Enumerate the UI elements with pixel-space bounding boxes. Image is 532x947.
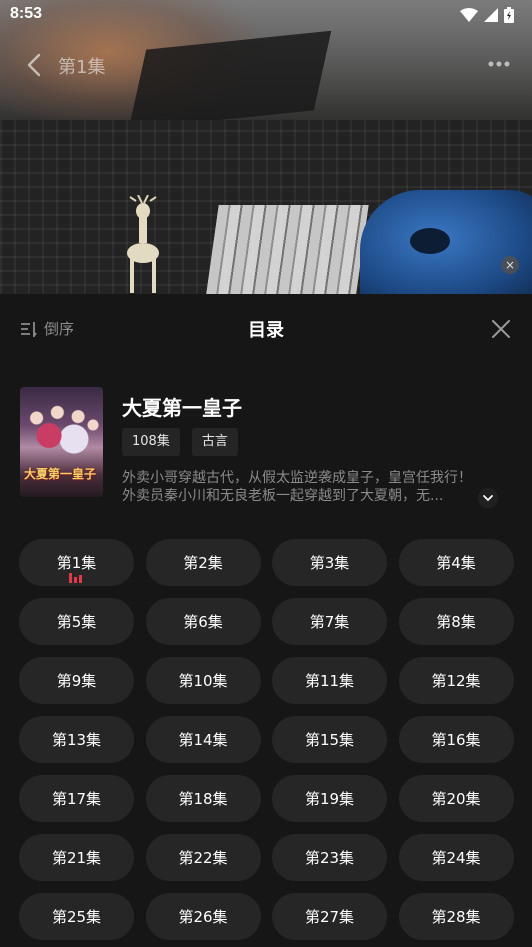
episode-label: 第26集: [178, 908, 228, 926]
episode-button[interactable]: 第19集: [272, 775, 387, 822]
wifi-icon: [460, 8, 478, 22]
episode-label: 第15集: [304, 731, 355, 749]
episode-label: 第6集: [183, 613, 223, 631]
episode-label: 第19集: [304, 790, 355, 808]
episode-button[interactable]: 第9集: [19, 657, 134, 704]
more-icon[interactable]: [488, 57, 510, 71]
episode-button[interactable]: 第21集: [19, 834, 134, 881]
episode-label: 第23集: [304, 849, 355, 867]
episode-label: 第2集: [183, 554, 223, 572]
close-icon[interactable]: [490, 318, 512, 340]
poster-artwork: [20, 397, 103, 467]
episode-button[interactable]: 第11集: [272, 657, 387, 704]
episode-button[interactable]: 第8集: [398, 598, 514, 645]
video-frame-toy-hole: [410, 228, 450, 254]
episode-button[interactable]: 第23集: [272, 834, 387, 881]
episode-button[interactable]: 第7集: [272, 598, 387, 645]
episode-button[interactable]: 第22集: [145, 834, 261, 881]
mini-close-icon[interactable]: ×: [501, 256, 519, 274]
episode-label: 第4集: [436, 554, 476, 572]
episode-label: 第21集: [51, 849, 102, 867]
episode-button[interactable]: 第10集: [145, 657, 261, 704]
episode-label: 第14集: [178, 731, 228, 749]
episode-label: 第24集: [431, 849, 481, 867]
episode-button[interactable]: 第5集: [19, 598, 134, 645]
episode-label: 第9集: [56, 672, 97, 690]
episode-label: 第10集: [178, 672, 228, 690]
drama-tags: 108集 古言: [122, 428, 238, 456]
episode-button[interactable]: 第17集: [19, 775, 134, 822]
episode-label: 第7集: [309, 613, 350, 631]
episode-label: 第12集: [431, 672, 481, 690]
episode-label: 第11集: [304, 672, 355, 690]
episode-button[interactable]: 第6集: [145, 598, 261, 645]
description-line: 外卖员秦小川和无良老板一起穿越到了大夏朝，无...: [122, 488, 444, 504]
episode-count-tag: 108集: [122, 428, 180, 456]
episode-label: 第20集: [431, 790, 481, 808]
episode-button[interactable]: 第2集: [145, 539, 261, 586]
episode-button[interactable]: 第13集: [19, 716, 134, 763]
video-frame-books: [205, 205, 369, 300]
drama-description: 外卖小哥穿越古代，从假太监逆袭成皇子，皇宫任我行！ 外卖员秦小川和无良老板一起穿…: [122, 469, 502, 505]
sheet-header: 倒序 目录: [0, 294, 532, 362]
episode-label: 第3集: [309, 554, 350, 572]
episode-label: 第1集: [56, 554, 97, 572]
now-playing-icon: [68, 573, 85, 583]
episode-button[interactable]: 第25集: [19, 893, 134, 940]
drama-poster[interactable]: 大夏第一皇子: [20, 387, 103, 497]
episode-sheet: 倒序 目录 大夏第一皇子 大夏第一皇子 108集 古言 外卖小哥穿越古代，从假太…: [0, 294, 532, 947]
episode-button[interactable]: 第24集: [398, 834, 514, 881]
episode-button[interactable]: 第16集: [398, 716, 514, 763]
episode-button[interactable]: 第27集: [272, 893, 387, 940]
episode-label: 第13集: [51, 731, 102, 749]
video-player[interactable]: ×: [0, 0, 532, 300]
episode-button[interactable]: 第1集: [19, 539, 134, 586]
signal-icon: [484, 8, 498, 22]
episode-label: 第25集: [51, 908, 102, 926]
episode-button[interactable]: 第12集: [398, 657, 514, 704]
episode-label: 第28集: [431, 908, 481, 926]
episode-label: 第5集: [56, 613, 97, 631]
episode-button[interactable]: 第18集: [145, 775, 261, 822]
status-bar: 8:53: [0, 0, 532, 32]
episode-button[interactable]: 第3集: [272, 539, 387, 586]
drama-info: 大夏第一皇子 大夏第一皇子 108集 古言 外卖小哥穿越古代，从假太监逆袭成皇子…: [0, 384, 532, 508]
episode-label: 第16集: [431, 731, 481, 749]
episode-button[interactable]: 第26集: [145, 893, 261, 940]
episode-label: 第27集: [304, 908, 355, 926]
status-time: 8:53: [10, 5, 43, 22]
episode-button[interactable]: 第28集: [398, 893, 514, 940]
description-line: 外卖小哥穿越古代，从假太监逆袭成皇子，皇宫任我行！: [122, 470, 472, 486]
status-icons: [460, 7, 514, 23]
episode-button[interactable]: 第4集: [398, 539, 514, 586]
episode-button[interactable]: 第14集: [145, 716, 261, 763]
battery-icon: [504, 7, 514, 23]
episode-label: 第17集: [51, 790, 102, 808]
back-icon[interactable]: [22, 52, 48, 78]
chevron-down-icon[interactable]: [478, 488, 498, 508]
episode-grid: 第1集 第2集 第3集 第4集第5集 第6集 第7集 第8集第9集 第10集 第11集 第12集第…: [19, 539, 514, 940]
episode-label: 第22集: [178, 849, 228, 867]
player-episode-title: 第1集: [58, 57, 106, 78]
episode-label: 第8集: [436, 613, 476, 631]
episode-label: 第18集: [178, 790, 228, 808]
genre-tag: 古言: [191, 428, 238, 456]
poster-title: 大夏第一皇子: [24, 467, 97, 481]
drama-title: 大夏第一皇子: [122, 396, 242, 420]
episode-button[interactable]: 第20集: [398, 775, 514, 822]
video-frame-deer: [127, 195, 159, 293]
episode-button[interactable]: 第15集: [272, 716, 387, 763]
sheet-title: 目录: [248, 320, 284, 341]
